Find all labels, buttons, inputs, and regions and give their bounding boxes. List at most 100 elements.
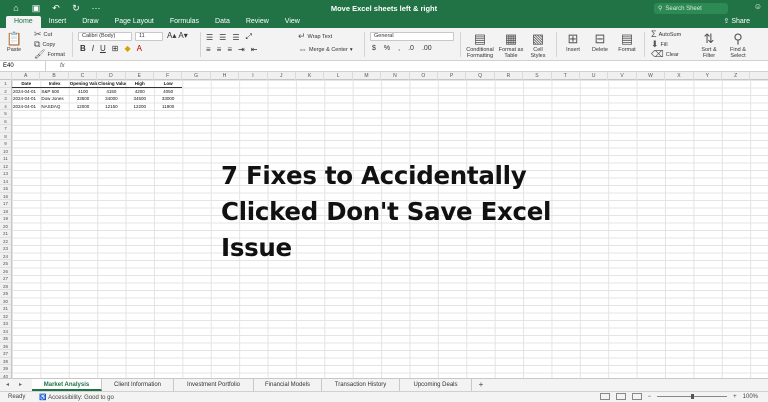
conditional-formatting-button[interactable]: ▤ Conditional Formatting <box>463 32 497 60</box>
row-header[interactable]: 37 <box>0 350 11 358</box>
table-cell[interactable]: NASDAQ <box>40 103 68 111</box>
table-cell[interactable]: 33000 <box>154 95 182 103</box>
format-cells-button[interactable]: ▤ Format <box>616 32 638 54</box>
table-cell[interactable]: 12200 <box>126 103 154 111</box>
delete-cells-button[interactable]: ⊟ Delete <box>589 32 611 54</box>
decrease-decimal-icon[interactable]: .00 <box>422 45 432 52</box>
wrap-text-button[interactable]: ↵ Wrap Text <box>298 32 332 41</box>
row-header[interactable]: 2 <box>0 88 11 95</box>
row-header[interactable]: 34 <box>0 328 11 335</box>
sheet-tab-investment-portfolio[interactable]: Investment Portfolio <box>174 379 254 391</box>
number-format-select[interactable]: General <box>370 32 454 41</box>
align-left-icon[interactable]: ≡ <box>206 45 211 54</box>
accessibility-status[interactable]: ♿ Accessibility: Good to go <box>39 394 114 401</box>
indent-icon[interactable]: ⇥ <box>238 45 245 54</box>
row-header[interactable]: 8 <box>0 133 11 140</box>
row-header[interactable]: 32 <box>0 313 11 320</box>
row-header[interactable]: 29 <box>0 290 11 298</box>
font-color-icon[interactable]: A <box>137 44 142 53</box>
table-cell[interactable]: 4050 <box>154 88 182 96</box>
column-header[interactable]: I <box>239 72 268 80</box>
table-cell[interactable]: 2024-04-01 <box>12 103 40 111</box>
row-header[interactable]: 36 <box>0 343 11 350</box>
row-header[interactable]: 13 <box>0 170 11 178</box>
column-header[interactable]: U <box>580 72 609 80</box>
format-as-table-button[interactable]: ▦ Format as Table <box>498 32 524 60</box>
column-header[interactable]: B <box>40 72 69 80</box>
align-bottom-icon[interactable]: ☰ <box>232 33 239 42</box>
insert-cells-button[interactable]: ⊞ Insert <box>562 32 584 54</box>
bold-icon[interactable]: B <box>80 44 86 53</box>
header-cell[interactable]: Index <box>40 80 69 88</box>
add-sheet-button[interactable]: + <box>474 379 488 391</box>
search-sheet-input[interactable]: ⚲ Search Sheet <box>654 3 728 14</box>
tab-home[interactable]: Home <box>6 16 41 28</box>
name-box[interactable]: E40 <box>0 60 46 72</box>
column-header[interactable]: K <box>296 72 325 80</box>
column-header[interactable]: N <box>381 72 410 80</box>
column-header[interactable]: X <box>665 72 694 80</box>
orientation-icon[interactable]: ⤢ <box>246 32 252 42</box>
row-header[interactable]: 38 <box>0 358 11 365</box>
table-cell[interactable]: 34500 <box>126 95 154 103</box>
column-header[interactable]: F <box>154 72 183 80</box>
row-header[interactable]: 6 <box>0 118 11 125</box>
column-header[interactable]: E <box>126 72 154 80</box>
column-header[interactable]: Y <box>694 72 722 80</box>
table-cell[interactable]: 4100 <box>69 88 97 96</box>
zoom-in-icon[interactable]: + <box>733 394 737 400</box>
normal-view-icon[interactable] <box>599 393 610 400</box>
sheet-tab-transaction-history[interactable]: Transaction History <box>322 379 400 391</box>
fill-color-icon[interactable]: ◆ <box>125 44 131 53</box>
sheet-tab-upcoming-deals[interactable]: Upcoming Deals <box>400 379 472 391</box>
save-icon[interactable]: ▣ <box>30 3 42 14</box>
column-header[interactable]: L <box>324 72 353 80</box>
row-header[interactable]: 26 <box>0 268 11 275</box>
underline-icon[interactable]: U <box>100 44 106 53</box>
row-header[interactable]: 9 <box>0 140 11 148</box>
font-size-select[interactable]: 11 <box>135 32 163 41</box>
fill-button[interactable]: ⬇ Fill <box>651 40 668 49</box>
column-header[interactable]: O <box>410 72 438 80</box>
prev-sheet-icon[interactable]: ◂ <box>6 381 9 388</box>
tab-data[interactable]: Data <box>207 16 238 28</box>
row-header[interactable]: 35 <box>0 335 11 343</box>
next-sheet-icon[interactable]: ▸ <box>19 381 22 388</box>
paste-button[interactable]: 📋 Paste <box>6 32 22 54</box>
italic-icon[interactable]: I <box>92 44 94 53</box>
tab-view[interactable]: View <box>277 16 308 28</box>
row-header[interactable]: 22 <box>0 238 11 245</box>
select-all-corner[interactable] <box>0 72 12 80</box>
tab-formulas[interactable]: Formulas <box>162 16 207 28</box>
font-name-select[interactable]: Calibri (Body) <box>78 32 132 41</box>
row-header[interactable]: 17 <box>0 200 11 208</box>
row-header[interactable]: 19 <box>0 215 11 223</box>
cell-styles-button[interactable]: ▧ Cell Styles <box>526 32 550 60</box>
undo-icon[interactable]: ↶ <box>50 3 62 14</box>
align-center-icon[interactable]: ≡ <box>217 45 222 54</box>
column-header[interactable]: P <box>438 72 467 80</box>
more-icon[interactable]: ⋯ <box>90 3 102 14</box>
decrease-font-icon[interactable]: A▾ <box>178 31 187 40</box>
row-header[interactable]: 30 <box>0 298 11 305</box>
row-header[interactable]: 15 <box>0 185 11 193</box>
row-header[interactable]: 28 <box>0 283 11 290</box>
table-cell[interactable]: 2024-04-01 <box>12 88 40 96</box>
header-cell[interactable]: Opening Value <box>68 80 98 88</box>
autosum-button[interactable]: Σ AutoSum <box>651 30 681 39</box>
zoom-slider[interactable] <box>657 394 728 399</box>
zoom-out-icon[interactable]: − <box>648 394 652 400</box>
column-header[interactable]: Q <box>466 72 495 80</box>
row-header[interactable]: 23 <box>0 245 11 253</box>
column-header[interactable]: D <box>97 72 126 80</box>
table-cell[interactable]: S&P 500 <box>40 88 68 96</box>
column-header[interactable]: A <box>12 72 41 80</box>
sheet-tab-market-analysis[interactable]: Market Analysis <box>32 379 102 391</box>
sort-filter-button[interactable]: ⇅ Sort & Filter <box>698 32 720 60</box>
row-header[interactable]: 7 <box>0 125 11 133</box>
page-layout-view-icon[interactable] <box>615 393 626 400</box>
row-header[interactable]: 18 <box>0 208 11 215</box>
row-header[interactable]: 11 <box>0 155 11 163</box>
column-header[interactable]: G <box>182 72 211 80</box>
header-cell[interactable]: Closing Value <box>97 80 126 88</box>
